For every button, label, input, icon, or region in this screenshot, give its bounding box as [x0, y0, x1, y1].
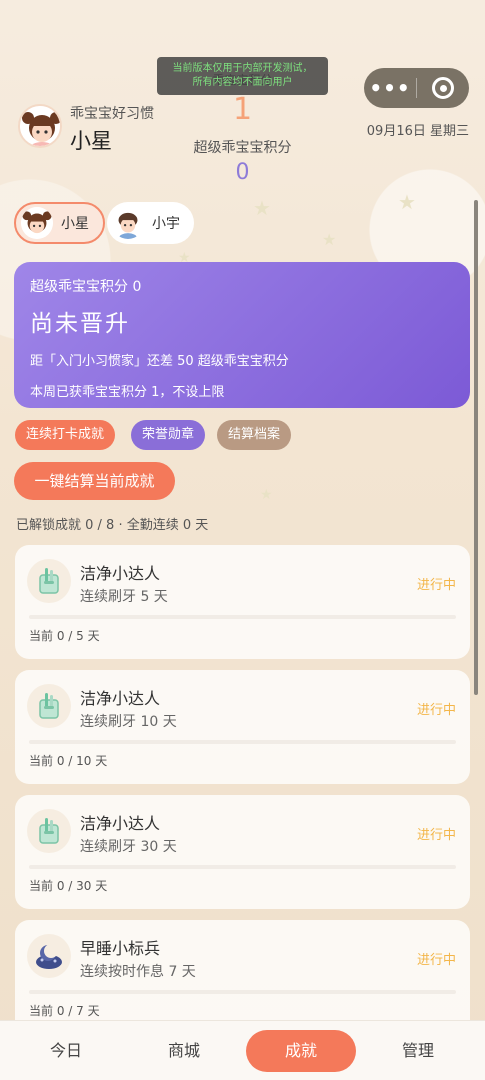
achievement-desc: 连续刷牙 10 天	[80, 714, 177, 730]
rank-card-title: 尚未晋升	[30, 311, 130, 337]
achievement-progress-bar	[29, 990, 456, 994]
achievement-progress-text: 当前 0 / 30 天	[29, 879, 108, 893]
dev-banner: 当前版本仅用于内部开发测试， 所有内容均不面向用户	[157, 57, 328, 95]
dev-banner-line1: 当前版本仅用于内部开发测试，	[172, 63, 313, 74]
star-decoration-icon: ★	[260, 487, 273, 503]
achievement-card[interactable]: 洁净小达人连续刷牙 10 天 进行中当前 0 / 10 天	[15, 670, 470, 784]
achievement-name: 洁净小达人	[80, 689, 161, 708]
achievement-progress-text: 当前 0 / 10 天	[29, 754, 108, 768]
achievement-card[interactable]: 洁净小达人连续刷牙 5 天 进行中当前 0 / 5 天	[15, 545, 470, 659]
child-tab-label: 小宇	[152, 216, 180, 232]
more-menu-icon[interactable]: •••	[364, 76, 416, 100]
nav-tab-manage[interactable]: 管理	[368, 1021, 468, 1080]
rank-card-next-level: 距「入门小习惯家」还差 50 超级乖宝宝积分	[30, 354, 289, 369]
achievement-desc: 连续刷牙 30 天	[80, 839, 177, 855]
rank-card-weekly: 本周已获乖宝宝积分 1，不设上限	[30, 385, 225, 400]
rank-card: 超级乖宝宝积分 0 尚未晋升 距「入门小习惯家」还差 50 超级乖宝宝积分 本周…	[14, 262, 470, 408]
boy-avatar-icon	[112, 207, 144, 239]
toothbrush-cup-icon	[27, 809, 71, 853]
close-target-icon	[432, 77, 454, 99]
achievement-progress-bar	[29, 865, 456, 869]
super-score-value: 0	[235, 160, 250, 185]
achievement-desc: 连续刷牙 5 天	[80, 589, 168, 605]
star-decoration-icon: ★	[398, 190, 416, 214]
super-score-label: 超级乖宝宝积分	[193, 140, 292, 156]
child-tab-xiaoxing[interactable]: 小星	[14, 202, 105, 244]
achievement-status: 进行中	[416, 703, 456, 718]
star-decoration-icon: ★	[253, 196, 271, 220]
nav-tab-today[interactable]: 今日	[16, 1021, 116, 1080]
mini-program-capsule: •••	[364, 68, 469, 108]
achievement-progress-text: 当前 0 / 7 天	[29, 1004, 100, 1018]
achievement-card[interactable]: 早睡小标兵连续按时作息 7 天 进行中当前 0 / 7 天	[15, 920, 470, 1034]
nav-tab-shop[interactable]: 商城	[134, 1021, 234, 1080]
close-mini-program-button[interactable]	[417, 77, 469, 99]
achievement-status: 进行中	[416, 578, 456, 593]
moon-bed-icon	[27, 934, 71, 978]
dev-banner-line2: 所有内容均不面向用户	[192, 77, 293, 88]
achievement-status: 进行中	[416, 953, 456, 968]
rank-card-super-score: 超级乖宝宝积分 0	[30, 279, 142, 295]
achievement-progress-text: 当前 0 / 5 天	[29, 629, 100, 643]
girl-avatar-icon	[21, 207, 53, 239]
pill-honor-medals[interactable]: 荣誉勋章	[131, 420, 206, 450]
toothbrush-cup-icon	[27, 684, 71, 728]
child-tab-label: 小星	[61, 216, 89, 232]
achievement-summary: 已解锁成就 0 / 8 · 全勤连续 0 天	[16, 518, 209, 533]
achievement-name: 洁净小达人	[80, 564, 161, 583]
achievement-card[interactable]: 洁净小达人连续刷牙 30 天 进行中当前 0 / 30 天	[15, 795, 470, 909]
nav-tab-achievements[interactable]: 成就	[246, 1030, 356, 1072]
date-label: 09月16日 星期三	[366, 124, 469, 139]
settle-achievements-button[interactable]: 一键结算当前成就	[14, 462, 175, 500]
toothbrush-cup-icon	[27, 559, 71, 603]
bottom-nav: 今日 商城 成就 管理	[0, 1020, 485, 1080]
achievement-progress-bar	[29, 740, 456, 744]
child-tab-xiaoyu[interactable]: 小宇	[107, 202, 194, 244]
achievement-desc: 连续按时作息 7 天	[80, 964, 196, 980]
achievement-progress-bar	[29, 615, 456, 619]
achievement-status: 进行中	[416, 828, 456, 843]
achievement-name: 洁净小达人	[80, 814, 161, 833]
pill-streak-achievements[interactable]: 连续打卡成就	[15, 420, 116, 450]
scrollbar[interactable]	[474, 200, 478, 695]
achievement-name: 早睡小标兵	[80, 939, 161, 958]
star-decoration-icon: ★	[322, 230, 337, 249]
pill-settlement-records[interactable]: 结算档案	[217, 420, 292, 450]
